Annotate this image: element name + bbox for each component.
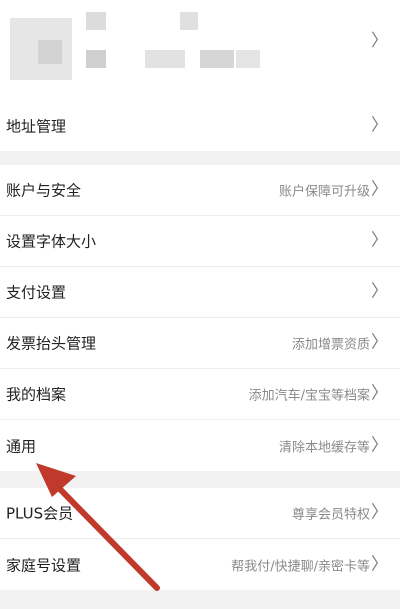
row-hint: 添加汽车/宝宝等档案 (248, 388, 370, 404)
avatar-blur-detail (38, 40, 62, 64)
row-invoice-header[interactable]: 发票抬头管理 添加增票资质 〉 (0, 318, 400, 369)
row-label: 地址管理 (6, 117, 67, 135)
row-payment-settings[interactable]: 支付设置 〉 (0, 267, 400, 318)
row-my-profile[interactable]: 我的档案 添加汽车/宝宝等档案 〉 (0, 369, 400, 420)
row-label: 账户与安全 (6, 181, 82, 200)
row-hint: 账户保障可升级 (278, 184, 370, 200)
row-hint: 清除本地缓存等 (278, 440, 370, 455)
info-blur-2 (200, 50, 234, 68)
settings-group-membership: PLUS会员 尊享会员特权 〉 家庭号设置 帮我付/快捷聊/亲密卡等 〉 (0, 488, 400, 590)
settings-group-address: 地址管理 〉 (0, 100, 400, 151)
chevron-right-icon: 〉 (371, 554, 388, 574)
row-label: 家庭号设置 (6, 556, 82, 574)
chevron-right-icon: 〉 (371, 179, 388, 200)
row-plus-member[interactable]: PLUS会员 尊享会员特权 〉 (0, 488, 400, 539)
chevron-right-icon: 〉 (371, 435, 388, 455)
row-font-size[interactable]: 设置字体大小 〉 (0, 216, 400, 267)
chevron-right-icon: 〉 (371, 332, 388, 353)
row-label: 我的档案 (6, 385, 67, 404)
row-label: PLUS会员 (6, 504, 74, 523)
row-address-management[interactable]: 地址管理 〉 (0, 100, 400, 151)
row-label: 设置字体大小 (6, 232, 97, 251)
row-hint: 帮我付/快捷聊/亲密卡等 (231, 559, 370, 574)
info-blur-3 (236, 50, 260, 68)
info-blur-1 (145, 50, 185, 68)
row-label: 支付设置 (6, 283, 67, 302)
chevron-right-icon: 〉 (371, 502, 388, 523)
row-hint: 添加增票资质 (291, 337, 370, 353)
profile-card[interactable]: 〉 (0, 0, 400, 100)
chevron-right-icon: 〉 (371, 230, 388, 251)
row-account-security[interactable]: 账户与安全 账户保障可升级 〉 (0, 165, 400, 216)
name-blur-1 (86, 12, 106, 30)
row-family-account[interactable]: 家庭号设置 帮我付/快捷聊/亲密卡等 〉 (0, 539, 400, 590)
name-blur-2 (180, 12, 198, 30)
settings-group-main: 账户与安全 账户保障可升级 〉 设置字体大小 〉 支付设置 〉 发票抬头管理 添… (0, 165, 400, 471)
row-hint: 尊享会员特权 (291, 507, 370, 523)
chevron-right-icon: 〉 (371, 383, 388, 404)
chevron-right-icon: 〉 (371, 115, 388, 135)
name-blur-3 (86, 50, 106, 68)
row-general[interactable]: 通用 清除本地缓存等 〉 (0, 420, 400, 471)
chevron-right-icon: 〉 (371, 281, 388, 302)
row-label: 发票抬头管理 (6, 334, 97, 353)
row-label: 通用 (6, 437, 37, 455)
chevron-right-icon: 〉 (371, 31, 388, 51)
